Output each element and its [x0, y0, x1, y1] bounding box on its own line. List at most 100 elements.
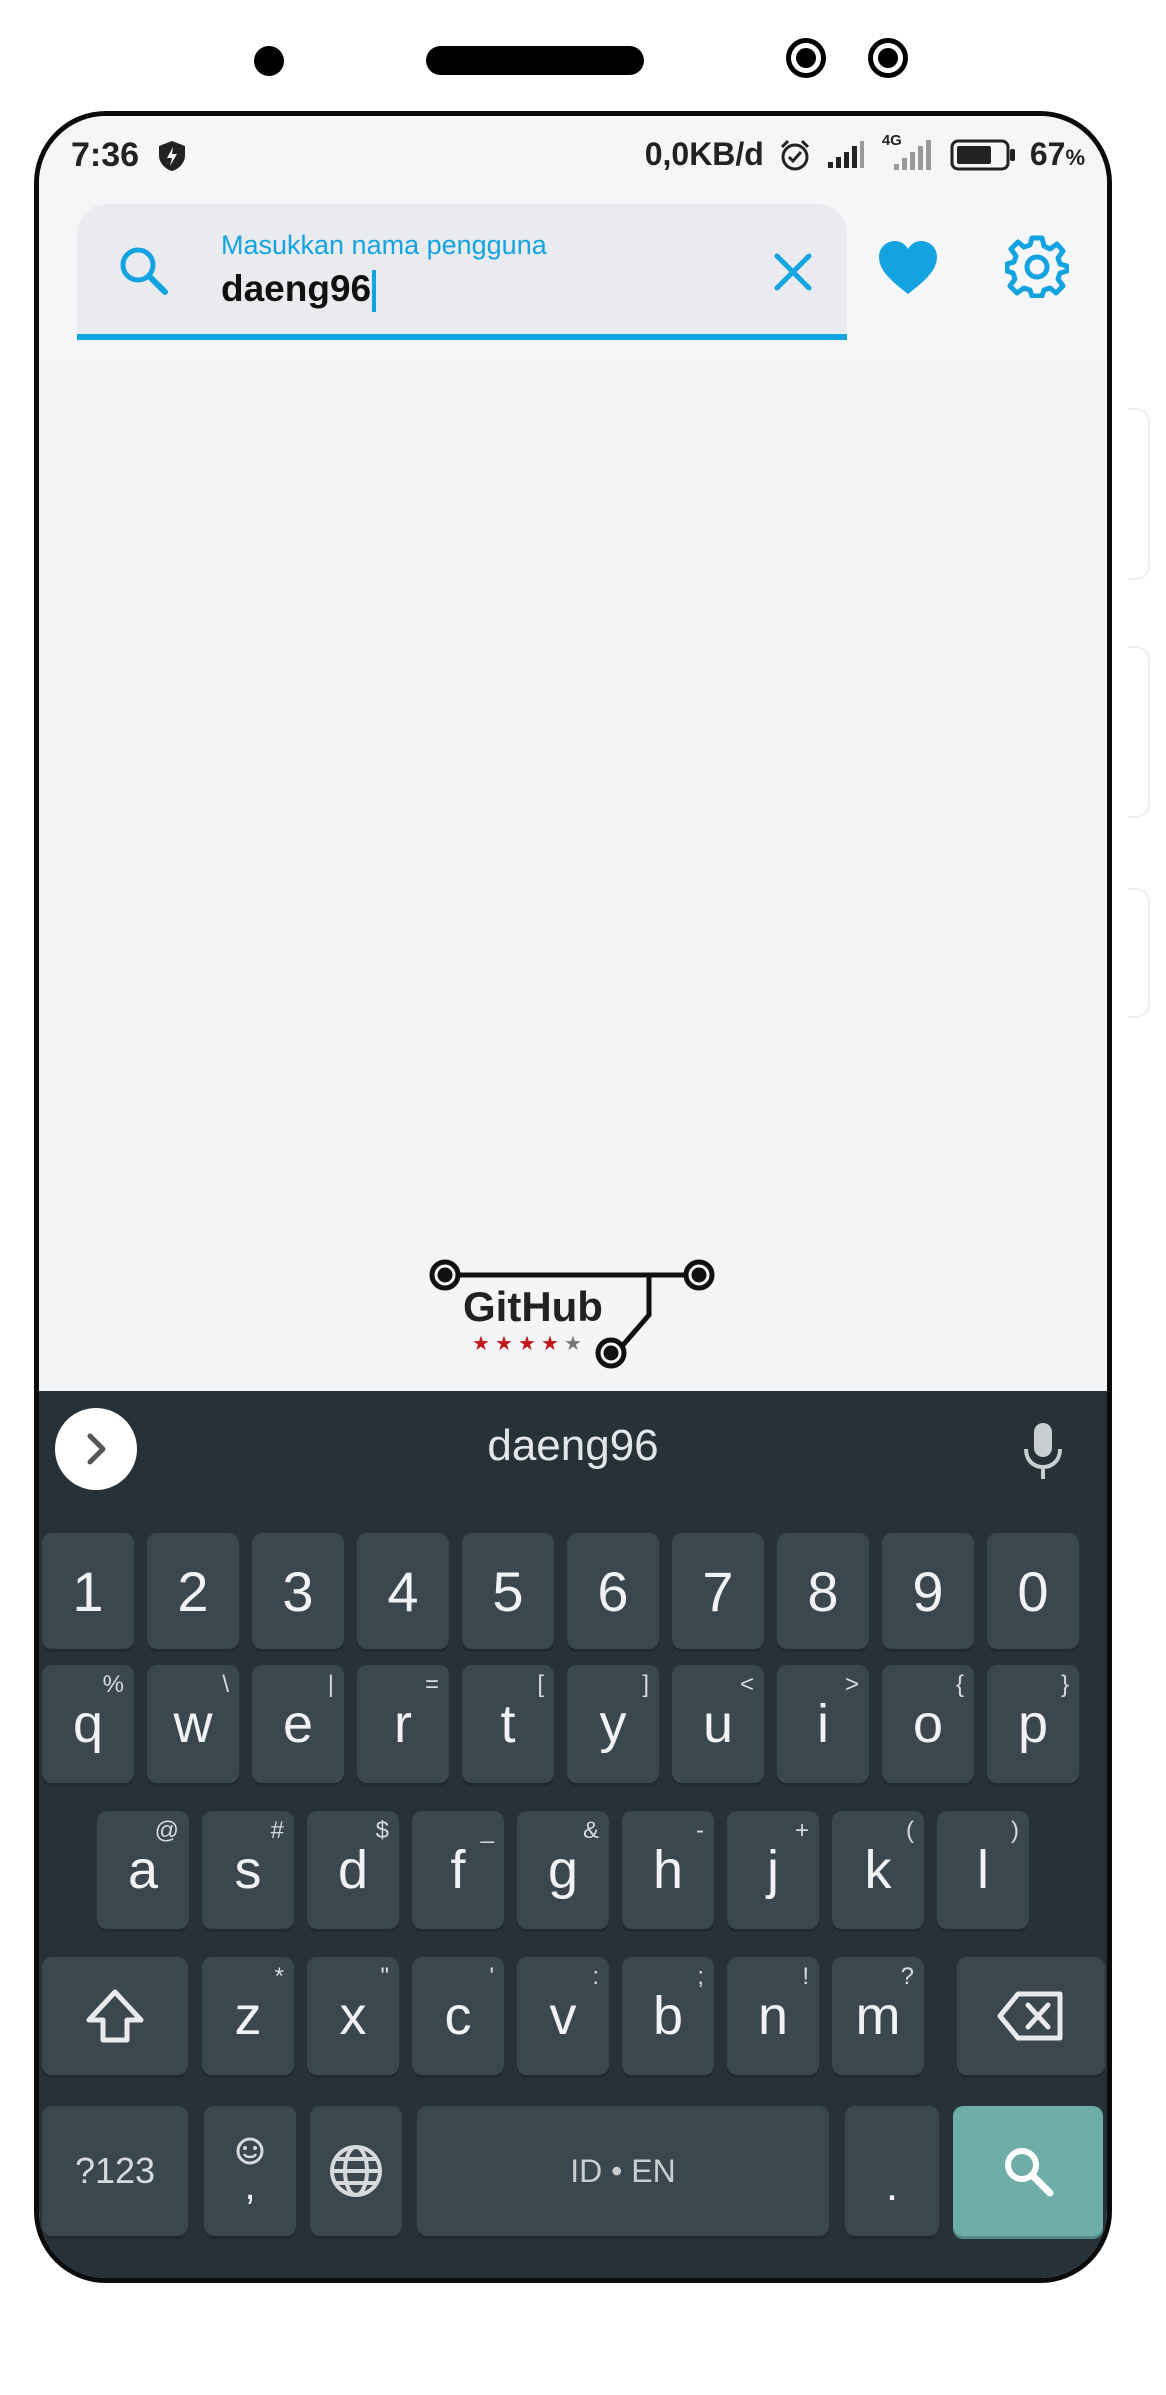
- key-f[interactable]: f _: [412, 1811, 504, 1929]
- key-k[interactable]: k(: [832, 1811, 924, 1929]
- status-time: 7:36: [71, 136, 140, 174]
- key-4-label: 4: [387, 1559, 419, 1623]
- key-i-label: i: [817, 1694, 829, 1754]
- close-icon[interactable]: [769, 248, 817, 296]
- username-input[interactable]: daeng96: [221, 268, 377, 313]
- github-logo-text: GitHub: [463, 1283, 603, 1330]
- key-d[interactable]: d $: [307, 1811, 399, 1929]
- key-x[interactable]: x ": [307, 1957, 399, 2075]
- symbols-key[interactable]: ?123: [42, 2106, 188, 2236]
- key-s[interactable]: s #: [202, 1811, 294, 1929]
- key-a[interactable]: a @: [97, 1811, 189, 1929]
- alarm-icon: [780, 139, 809, 170]
- key-l[interactable]: l): [937, 1811, 1029, 1929]
- logo-star-3: ★: [518, 1331, 536, 1355]
- network-type-signal: 4G: [880, 132, 936, 172]
- key-0[interactable]: 0: [987, 1533, 1079, 1649]
- shift-key[interactable]: [42, 1957, 188, 2075]
- key-2[interactable]: 2: [147, 1533, 239, 1649]
- key-v-hint: :: [592, 1963, 599, 1990]
- key-k-hint: (: [906, 1817, 914, 1844]
- logo-star-1: ★: [472, 1331, 490, 1355]
- key-v-label: v: [549, 1986, 577, 2046]
- key-j[interactable]: j +: [727, 1811, 819, 1929]
- key-s-label: s: [234, 1840, 262, 1900]
- emoji-icon: [236, 2137, 264, 2165]
- phone-screen: 7:36 0,0KB/d 4G 67% Masukkan nama penggu…: [34, 111, 1112, 2283]
- battery-level: 67%: [1030, 136, 1085, 173]
- key-3[interactable]: 3: [252, 1533, 344, 1649]
- key-e[interactable]: e |: [252, 1665, 344, 1783]
- key-g[interactable]: g &: [517, 1811, 609, 1929]
- key-3-label: 3: [282, 1559, 314, 1623]
- key-r-label: r: [394, 1694, 412, 1754]
- key-5[interactable]: 5: [462, 1533, 554, 1649]
- backspace-icon: [997, 1991, 1063, 2041]
- key-x-label: x: [339, 1986, 367, 2046]
- key-m[interactable]: m?: [832, 1957, 924, 2075]
- key-o[interactable]: o{: [882, 1665, 974, 1783]
- key-4[interactable]: 4: [357, 1533, 449, 1649]
- key-f-label: f: [450, 1840, 466, 1900]
- key-9[interactable]: 9: [882, 1533, 974, 1649]
- suggestion-word[interactable]: daeng96: [39, 1421, 1107, 1471]
- key-6[interactable]: 6: [567, 1533, 659, 1649]
- heart-icon[interactable]: [876, 238, 940, 298]
- key-c-hint: ': [489, 1963, 494, 1990]
- key-u-hint: <: [739, 1671, 754, 1698]
- key-h[interactable]: h-: [622, 1811, 714, 1929]
- key-c[interactable]: c ': [412, 1957, 504, 2075]
- key-h-hint: -: [696, 1817, 704, 1844]
- soft-keyboard: daeng96 1234567890 q% w \ e | r = t[y] u < i > o{p} …: [39, 1391, 1107, 2278]
- emoji-comma-key[interactable]: ,: [204, 2106, 296, 2236]
- search-field[interactable]: Masukkan nama pengguna daeng96: [77, 204, 847, 340]
- key-d-label: d: [337, 1840, 369, 1900]
- key-z[interactable]: z *: [202, 1957, 294, 2075]
- battery-unit: %: [1065, 145, 1085, 170]
- key-e-label: e: [282, 1694, 314, 1754]
- period-label: .: [885, 2161, 899, 2210]
- key-u-label: u: [702, 1694, 734, 1754]
- space-key[interactable]: ID • EN: [417, 2106, 829, 2236]
- key-j-label: j: [767, 1840, 779, 1900]
- microphone-icon[interactable]: [1019, 1421, 1067, 1483]
- shield-bolt-icon: [159, 141, 185, 171]
- search-icon: [120, 247, 168, 295]
- key-7[interactable]: 7: [672, 1533, 764, 1649]
- key-s-hint: #: [270, 1817, 284, 1844]
- key-1[interactable]: 1: [42, 1533, 134, 1649]
- key-b[interactable]: b;: [622, 1957, 714, 2075]
- key-q[interactable]: q%: [42, 1665, 134, 1783]
- key-p-label: p: [1017, 1694, 1049, 1754]
- gear-icon[interactable]: [1005, 234, 1069, 298]
- key-n-label: n: [757, 1986, 789, 2046]
- key-m-label: m: [855, 1986, 901, 2046]
- key-v[interactable]: v:: [517, 1957, 609, 2075]
- key-y[interactable]: y]: [567, 1665, 659, 1783]
- backspace-key[interactable]: [957, 1957, 1105, 2075]
- status-bar: 7:36 0,0KB/d 4G 67%: [39, 116, 1107, 194]
- key-t[interactable]: t[: [462, 1665, 554, 1783]
- key-8[interactable]: 8: [777, 1533, 869, 1649]
- text-caret: [372, 270, 377, 313]
- front-camera-right: [868, 38, 908, 78]
- front-camera-left: [786, 38, 826, 78]
- search-key[interactable]: [953, 2106, 1103, 2236]
- key-o-label: o: [912, 1694, 944, 1754]
- key-p[interactable]: p}: [987, 1665, 1079, 1783]
- results-area: [39, 356, 1107, 1386]
- key-r[interactable]: r =: [357, 1665, 449, 1783]
- language-key[interactable]: [310, 2106, 402, 2236]
- key-r-hint: =: [424, 1671, 439, 1698]
- key-w[interactable]: w \: [147, 1665, 239, 1783]
- key-9-label: 9: [912, 1559, 944, 1623]
- logo-star-4: ★: [541, 1331, 559, 1355]
- period-key[interactable]: .: [845, 2106, 939, 2236]
- key-c-label: c: [444, 1986, 472, 2046]
- key-7-label: 7: [702, 1559, 734, 1623]
- key-i[interactable]: i >: [777, 1665, 869, 1783]
- key-u[interactable]: u <: [672, 1665, 764, 1783]
- side-button-extra: [1128, 888, 1150, 1018]
- key-k-label: k: [864, 1840, 892, 1900]
- key-n[interactable]: n!: [727, 1957, 819, 2075]
